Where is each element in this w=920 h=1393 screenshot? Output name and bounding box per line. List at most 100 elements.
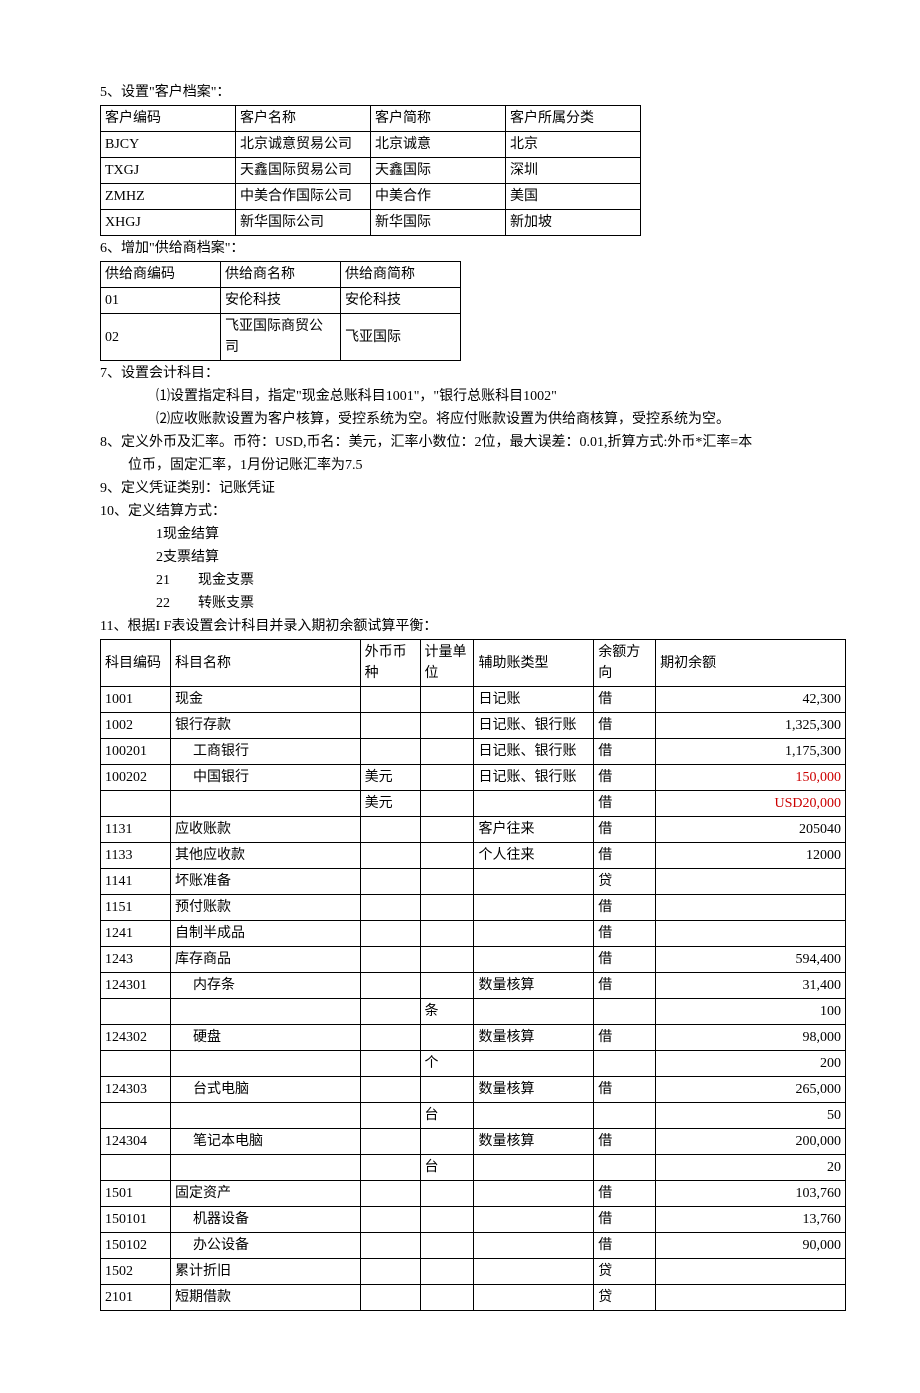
section-5-title: 5、设置"客户档案"： xyxy=(100,82,820,103)
cell-balance: 1,325,300 xyxy=(656,713,846,739)
cell-balance: 20 xyxy=(656,1155,846,1181)
table-cell: ZMHZ xyxy=(101,184,236,210)
col-supplier-short: 供给商简称 xyxy=(341,262,461,288)
cell-currency xyxy=(360,947,420,973)
settlement-item-text: 转账支票 xyxy=(198,596,254,611)
table-cell: 中美合作国际公司 xyxy=(236,184,371,210)
cell-aux xyxy=(474,791,594,817)
cell-currency xyxy=(360,713,420,739)
col-customer-cat: 客户所属分类 xyxy=(506,106,641,132)
table-cell: 天鑫国际贸易公司 xyxy=(236,158,371,184)
table-cell: BJCY xyxy=(101,132,236,158)
table-header-row: 客户编码 客户名称 客户简称 客户所属分类 xyxy=(101,106,641,132)
cell-currency xyxy=(360,817,420,843)
cell-dir: 贷 xyxy=(594,1259,656,1285)
cell-code: 150101 xyxy=(101,1207,171,1233)
cell-dir: 借 xyxy=(594,1129,656,1155)
cell-balance: 103,760 xyxy=(656,1181,846,1207)
col-opening-balance: 期初余额 xyxy=(656,640,846,687)
cell-code: 2101 xyxy=(101,1285,171,1311)
cell-balance xyxy=(656,869,846,895)
cell-aux xyxy=(474,1103,594,1129)
cell-name xyxy=(170,791,360,817)
cell-aux xyxy=(474,1155,594,1181)
cell-dir: 借 xyxy=(594,739,656,765)
cell-unit xyxy=(420,973,474,999)
cell-aux: 数量核算 xyxy=(474,973,594,999)
section-7-title: 7、设置会计科目： xyxy=(100,363,820,384)
cell-code: 124304 xyxy=(101,1129,171,1155)
cell-dir: 借 xyxy=(594,947,656,973)
cell-code: 1131 xyxy=(101,817,171,843)
cell-unit xyxy=(420,713,474,739)
table-cell: XHGJ xyxy=(101,210,236,236)
table-row: 1002银行存款日记账、银行账借1,325,300 xyxy=(101,713,846,739)
cell-name: 台式电脑 xyxy=(170,1077,360,1103)
cell-unit xyxy=(420,791,474,817)
cell-dir xyxy=(594,1103,656,1129)
cell-balance: 12000 xyxy=(656,843,846,869)
cell-code: 1002 xyxy=(101,713,171,739)
cell-balance: 594,400 xyxy=(656,947,846,973)
col-currency: 外币币种 xyxy=(360,640,420,687)
table-row: 2101短期借款贷 xyxy=(101,1285,846,1311)
cell-aux xyxy=(474,1181,594,1207)
table-row: 1502累计折旧贷 xyxy=(101,1259,846,1285)
table-row: 100201工商银行日记账、银行账借1,175,300 xyxy=(101,739,846,765)
cell-code: 1141 xyxy=(101,869,171,895)
table-row: 1241自制半成品借 xyxy=(101,921,846,947)
cell-balance: 90,000 xyxy=(656,1233,846,1259)
table-row: 124303台式电脑数量核算借265,000 xyxy=(101,1077,846,1103)
table-row: 1141坏账准备贷 xyxy=(101,869,846,895)
cell-name: 现金 xyxy=(170,687,360,713)
cell-aux xyxy=(474,1259,594,1285)
settlement-item-num: 22 xyxy=(156,593,198,614)
cell-dir: 借 xyxy=(594,1077,656,1103)
cell-name xyxy=(170,999,360,1025)
cell-aux: 客户往来 xyxy=(474,817,594,843)
table-row: 1133其他应收款个人往来借12000 xyxy=(101,843,846,869)
cell-aux xyxy=(474,869,594,895)
col-balance-dir: 余额方向 xyxy=(594,640,656,687)
col-acct-code: 科目编码 xyxy=(101,640,171,687)
table-row: XHGJ新华国际公司新华国际新加坡 xyxy=(101,210,641,236)
settlement-item-text: 现金支票 xyxy=(198,573,254,588)
table-row: 1243库存商品借594,400 xyxy=(101,947,846,973)
cell-aux xyxy=(474,999,594,1025)
cell-code xyxy=(101,1051,171,1077)
cell-code: 1001 xyxy=(101,687,171,713)
cell-unit xyxy=(420,843,474,869)
table-cell: 中美合作 xyxy=(371,184,506,210)
cell-balance xyxy=(656,921,846,947)
cell-unit xyxy=(420,1259,474,1285)
settlement-item: 21现金支票 xyxy=(100,570,820,591)
cell-unit xyxy=(420,895,474,921)
cell-name xyxy=(170,1051,360,1077)
cell-balance: USD20,000 xyxy=(656,791,846,817)
col-customer-name: 客户名称 xyxy=(236,106,371,132)
cell-name: 工商银行 xyxy=(170,739,360,765)
table-cell: 安伦科技 xyxy=(221,288,341,314)
cell-code: 1241 xyxy=(101,921,171,947)
cell-dir: 借 xyxy=(594,1233,656,1259)
cell-code: 124302 xyxy=(101,1025,171,1051)
col-supplier-name: 供给商名称 xyxy=(221,262,341,288)
col-unit: 计量单位 xyxy=(420,640,474,687)
cell-dir xyxy=(594,999,656,1025)
cell-aux: 日记账 xyxy=(474,687,594,713)
cell-balance: 42,300 xyxy=(656,687,846,713)
cell-aux: 数量核算 xyxy=(474,1025,594,1051)
cell-balance: 1,175,300 xyxy=(656,739,846,765)
col-aux-type: 辅助账类型 xyxy=(474,640,594,687)
cell-name: 办公设备 xyxy=(170,1233,360,1259)
cell-code xyxy=(101,1155,171,1181)
table-row: 124302硬盘数量核算借98,000 xyxy=(101,1025,846,1051)
cell-code: 100202 xyxy=(101,765,171,791)
cell-unit xyxy=(420,1025,474,1051)
cell-name: 应收账款 xyxy=(170,817,360,843)
cell-dir: 借 xyxy=(594,973,656,999)
section-7-line2: ⑵应收账款设置为客户核算，受控系统为空。将应付账款设置为供给商核算，受控系统为空… xyxy=(100,409,820,430)
table-row: 01安伦科技安伦科技 xyxy=(101,288,461,314)
table-cell: 天鑫国际 xyxy=(371,158,506,184)
cell-aux xyxy=(474,895,594,921)
